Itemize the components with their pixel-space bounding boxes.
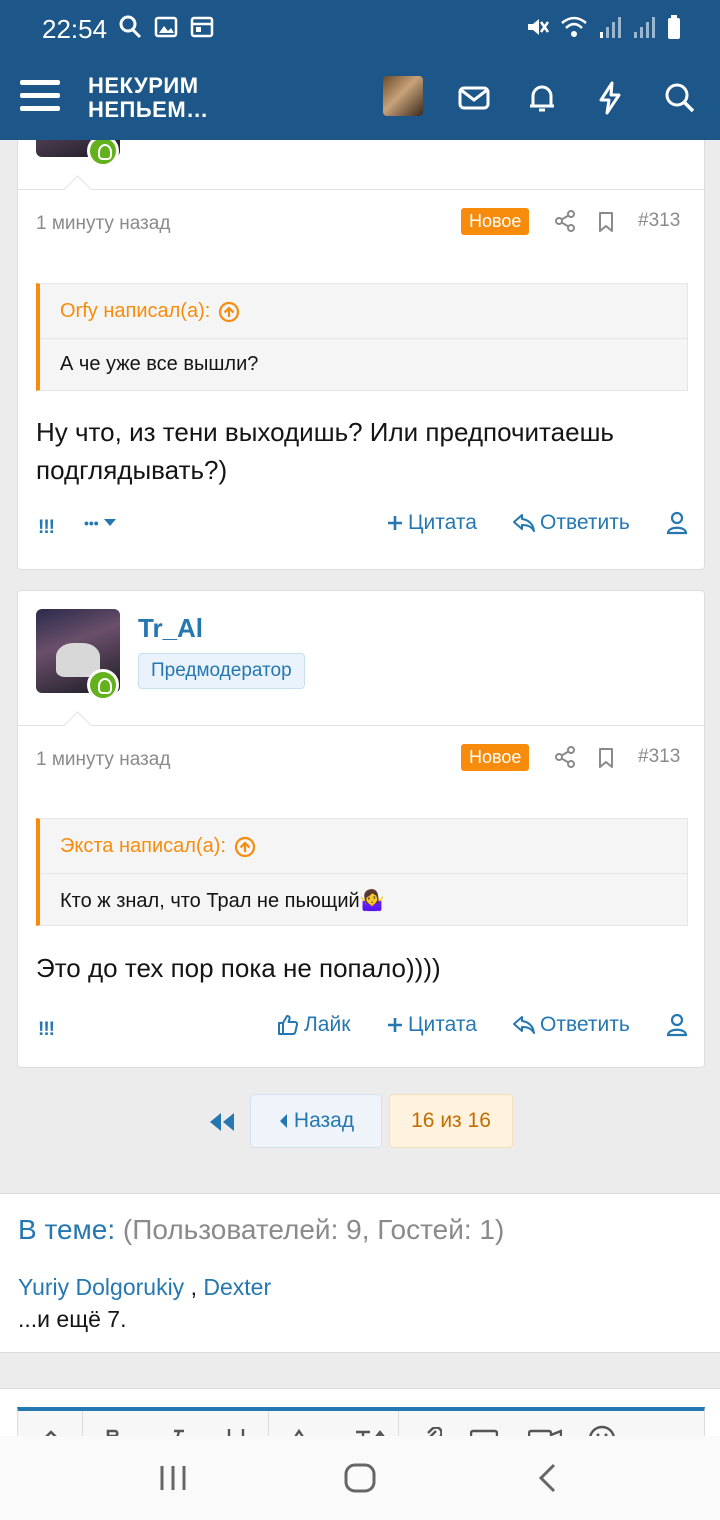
new-badge: Новое [461, 208, 530, 235]
app-header: 22:54 НЕКУРИМ НЕПЬЕМ… [0, 0, 720, 140]
prev-page-button[interactable]: Назад [250, 1094, 382, 1148]
back-icon[interactable] [536, 1462, 558, 1494]
arrow-up-circle-icon[interactable] [218, 301, 240, 323]
status-time: 22:54 [42, 14, 108, 44]
system-nav-bar [0, 1436, 720, 1520]
new-badge: Новое [461, 744, 530, 771]
battery-icon [668, 15, 680, 39]
thread-viewers: В теме: (Пользователей: 9, Гостей: 1) Yu… [0, 1193, 720, 1353]
reply-label: Ответить [540, 511, 630, 534]
quote-header[interactable]: Экста написал(а): [60, 835, 256, 858]
logo-line-2: НЕПЬЕМ… [88, 97, 209, 122]
quote-text: Кто ж знал, что Трал не пьющий🤷‍♀️ [60, 890, 385, 912]
quote-author: Orfy написал(а): [60, 300, 211, 322]
viewer-separator: , [184, 1274, 204, 1300]
viewer-link[interactable]: Dexter [203, 1274, 271, 1300]
quote-text: А че уже все вышли? [60, 353, 259, 375]
share-icon[interactable] [553, 209, 577, 233]
site-logo[interactable]: НЕКУРИМ НЕПЬЕМ… [88, 74, 209, 122]
viewers-counts: (Пользователей: 9, Гостей: 1) [122, 1214, 505, 1245]
post-divider [18, 189, 706, 190]
quote-button[interactable]: Цитата [386, 1013, 477, 1037]
reaction-button[interactable]: !!! [38, 1019, 55, 1041]
like-label: Лайк [304, 1013, 351, 1036]
status-system-icons [524, 14, 682, 40]
post-number[interactable]: #313 [638, 210, 680, 232]
post-actions: !!! ••• Цитата Ответить [18, 511, 706, 551]
viewers-more: ...и ещё 7. [18, 1306, 127, 1332]
reply-button[interactable]: Ответить [512, 511, 630, 535]
status-notification-icons [118, 14, 214, 40]
mute-icon [528, 19, 550, 35]
search-icon[interactable] [662, 80, 698, 116]
viewers-heading: В теме: (Пользователей: 9, Гостей: 1) [18, 1214, 504, 1246]
more-options-button[interactable]: ••• [84, 515, 117, 531]
post-card: 1 минуту назад Новое #313 Orfy написал(а… [17, 61, 706, 570]
mail-icon[interactable] [456, 80, 492, 116]
quote-label: Цитата [408, 511, 477, 534]
post-divider [18, 725, 706, 726]
quote-separator [40, 338, 687, 339]
user-title-badge: Предмодератор [138, 653, 305, 689]
post-text: Это до тех пор пока не попало)))) [36, 953, 441, 983]
wifi-icon [561, 16, 587, 37]
bolt-icon[interactable] [592, 80, 628, 116]
search-status-icon [119, 15, 142, 39]
caret-left-icon [279, 1114, 287, 1128]
quote-header[interactable]: Orfy написал(а): [60, 300, 240, 323]
user-icon[interactable] [666, 1013, 688, 1037]
quote-button[interactable]: Цитата [386, 511, 477, 535]
viewers-label[interactable]: В теме: [18, 1214, 115, 1245]
post-actions: !!! Лайк Цитата Ответить [18, 1013, 706, 1053]
viewer-link[interactable]: Yuriy Dolgorukiy [18, 1274, 184, 1300]
arrow-pointer [62, 710, 92, 726]
bell-icon[interactable] [524, 80, 560, 116]
recent-apps-icon[interactable] [158, 1464, 188, 1492]
quote-block: Экста написал(а): Кто ж знал, что Трал н… [36, 818, 688, 926]
reply-button[interactable]: Ответить [512, 1013, 630, 1037]
menu-icon[interactable] [20, 80, 60, 114]
prev-page-label: Назад [293, 1109, 355, 1132]
page-indicator[interactable]: 16 из 16 [389, 1094, 513, 1148]
post-time[interactable]: 1 минуту назад [36, 749, 170, 771]
quote-block: Orfy написал(а): А че уже все вышли? [36, 283, 688, 391]
share-icon[interactable] [553, 745, 577, 769]
like-button[interactable]: Лайк [276, 1013, 350, 1037]
online-status-icon [87, 669, 119, 701]
chevron-down-icon [103, 519, 116, 526]
user-icon[interactable] [666, 511, 688, 535]
post-time[interactable]: 1 минуту назад [36, 213, 170, 235]
more-dots: ••• [84, 515, 99, 531]
viewers-list: Yuriy Dolgorukiy , Dexter [18, 1274, 271, 1301]
reply-icon [513, 1016, 535, 1034]
reply-icon [513, 514, 535, 532]
quote-author: Экста написал(а): [60, 835, 226, 857]
signal-icon-2 [634, 17, 655, 38]
plus-icon [388, 516, 402, 530]
home-icon[interactable] [343, 1462, 377, 1494]
bookmark-icon[interactable] [594, 210, 618, 234]
arrow-pointer [62, 174, 92, 190]
username[interactable]: Tr_Al [138, 613, 203, 644]
calendar-status-icon [190, 16, 214, 38]
arrow-up-circle-icon[interactable] [234, 836, 256, 858]
first-page-icon[interactable] [206, 1110, 238, 1134]
signal-icon [600, 17, 621, 38]
reply-label: Ответить [540, 1013, 630, 1036]
reaction-button[interactable]: !!! [38, 517, 55, 539]
post-card: Tr_Al Предмодератор 1 минуту назад Новое… [17, 590, 706, 1068]
header-avatar[interactable] [383, 76, 423, 116]
quote-label: Цитата [408, 1013, 477, 1036]
status-bar: 22:54 [0, 0, 720, 58]
plus-icon [388, 1018, 402, 1032]
quote-separator [40, 873, 687, 874]
site-header: НЕКУРИМ НЕПЬЕМ… [0, 58, 720, 140]
gallery-status-icon [154, 16, 178, 38]
thumbs-up-icon [278, 1015, 299, 1035]
post-number[interactable]: #313 [638, 746, 680, 768]
bookmark-icon[interactable] [594, 746, 618, 770]
logo-line-1: НЕКУРИМ [88, 73, 199, 98]
post-text: Ну что, из тени выходишь? Или предпочита… [36, 417, 614, 485]
